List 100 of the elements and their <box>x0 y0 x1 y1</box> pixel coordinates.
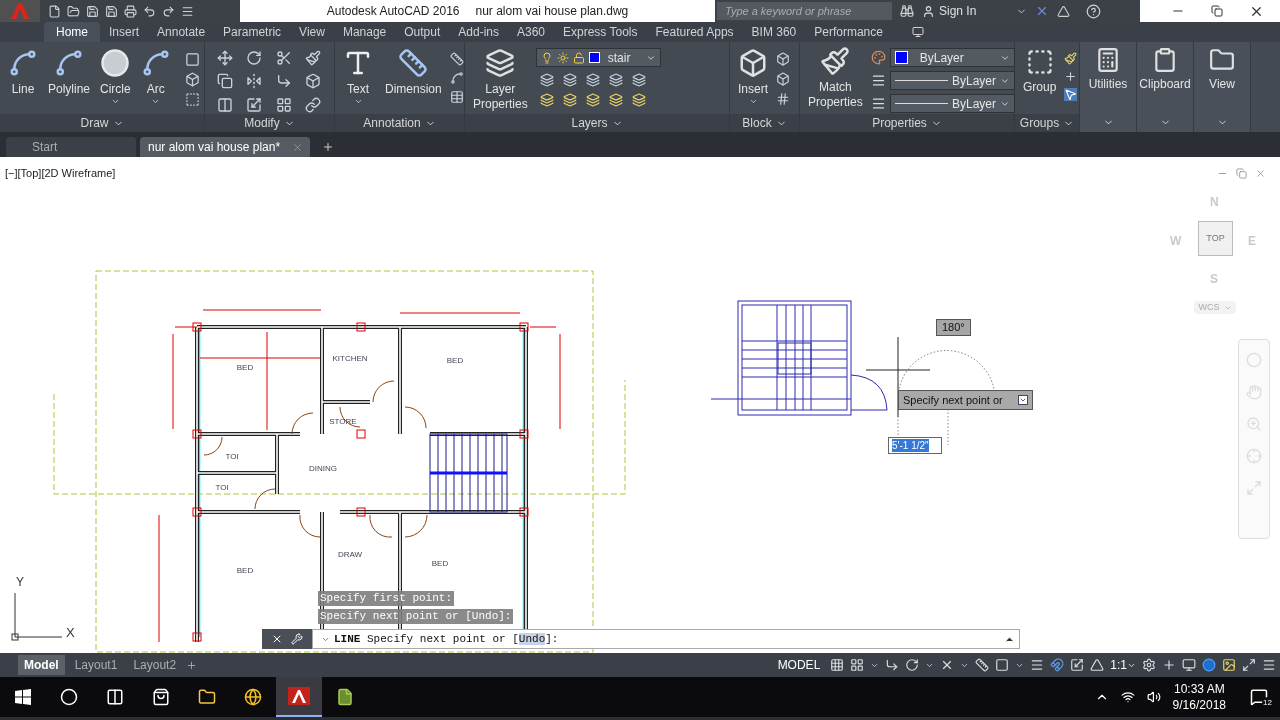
layer-tool-icon[interactable] <box>539 93 554 107</box>
fullscreen-icon[interactable] <box>1242 658 1256 672</box>
viewcube-top-face[interactable]: TOP <box>1198 221 1233 256</box>
file-explorer-icon[interactable] <box>198 688 216 706</box>
customize-menu-icon[interactable] <box>181 4 194 18</box>
save-as-icon[interactable] <box>105 4 118 18</box>
save-icon[interactable] <box>86 4 99 18</box>
close-icon[interactable] <box>271 633 283 645</box>
volume-icon[interactable] <box>1146 690 1161 704</box>
network-icon[interactable] <box>1120 690 1135 704</box>
lineweight-icon[interactable] <box>870 96 886 111</box>
sign-in-button[interactable]: Sign In <box>922 2 977 20</box>
ribbon-tab[interactable]: Home <box>44 22 100 42</box>
store-icon[interactable] <box>152 688 170 706</box>
layout-tab[interactable]: Layout2 <box>127 655 183 675</box>
new-file-icon[interactable] <box>48 4 61 18</box>
model-space-button[interactable]: MODEL <box>773 656 825 674</box>
autocad-app-icon[interactable] <box>288 687 310 705</box>
insert-block-button[interactable]: Insert <box>734 48 772 106</box>
restore-icon[interactable] <box>1211 5 1223 17</box>
ribbon-tab[interactable]: Insert <box>100 22 149 42</box>
rectangle-icon[interactable] <box>184 52 200 67</box>
ribbon-tab[interactable]: Performance <box>805 22 892 42</box>
windows-logo-icon[interactable] <box>15 689 31 705</box>
layer-tool-icon[interactable] <box>585 93 600 107</box>
table-icon[interactable] <box>449 90 464 104</box>
document-tab[interactable]: Start <box>6 137 136 157</box>
color-wheel-icon[interactable] <box>870 50 886 65</box>
browser-icon[interactable] <box>244 688 262 706</box>
linetype-icon[interactable] <box>870 73 886 88</box>
match-properties-button[interactable]: Match Properties <box>804 46 867 110</box>
panel-title-button[interactable]: Layers <box>571 114 623 132</box>
layer-tool-icon[interactable] <box>608 93 623 107</box>
layer-tool-icon[interactable] <box>631 73 646 87</box>
triangle-icon[interactable] <box>1057 4 1071 18</box>
layer-tool-icon[interactable] <box>562 93 577 107</box>
layer-dropdown[interactable]: stair <box>535 48 661 67</box>
group-edit-icon[interactable] <box>1064 52 1078 65</box>
wrench-icon[interactable] <box>291 633 303 645</box>
mirror-icon[interactable] <box>246 73 263 90</box>
help-icon[interactable] <box>1086 3 1102 19</box>
move-icon[interactable] <box>217 50 233 66</box>
open-folder-icon[interactable] <box>67 4 80 18</box>
settings-icon[interactable] <box>1142 658 1156 672</box>
draw-tool-button[interactable]: Polyline <box>44 48 95 97</box>
viewport-controls-label[interactable]: [−][Top][2D Wireframe] <box>5 165 116 182</box>
draw-tool-button[interactable]: Line <box>4 48 42 97</box>
layer-tool-icon[interactable] <box>562 73 577 87</box>
angle-tooltip: 180° <box>936 319 971 336</box>
linetype-dropdown[interactable]: ByLayer <box>889 71 1015 90</box>
binoculars-icon[interactable] <box>900 4 914 18</box>
viewport-close-icon[interactable] <box>1255 168 1266 179</box>
layer-tool-icon[interactable] <box>631 93 646 107</box>
layer-tool-icon[interactable] <box>608 73 623 87</box>
ribbon-tab[interactable]: Parametric <box>214 22 291 42</box>
command-line-field[interactable]: LINE Specify next point or [Undo]: <box>312 629 1020 649</box>
trim-icon[interactable] <box>275 50 292 66</box>
ribbon-tab[interactable]: BIM 360 <box>742 22 806 42</box>
document-tab[interactable]: nur alom vai house plan* <box>140 137 310 157</box>
copy-icon[interactable] <box>217 73 233 90</box>
redo-icon[interactable] <box>162 4 175 18</box>
new-tab-icon[interactable] <box>322 141 334 153</box>
layer-tool-icon[interactable] <box>585 73 600 87</box>
layer-properties-button[interactable]: Layer Properties <box>469 48 532 112</box>
ribbon-tab[interactable]: Featured Apps <box>646 22 743 42</box>
rotate-icon[interactable] <box>246 50 263 66</box>
search-field[interactable]: Type a keyword or phrase <box>717 2 892 20</box>
ribbon-tab[interactable]: Express Tools <box>554 22 647 42</box>
group-add-icon[interactable] <box>1064 70 1078 83</box>
ribbon-tab[interactable]: Add-ins <box>449 22 508 42</box>
task-view-icon[interactable] <box>106 688 124 706</box>
annotation-scale-button[interactable]: 1:1 <box>1110 656 1136 674</box>
layout-tab[interactable]: Layout1 <box>68 655 124 675</box>
distance-input[interactable]: 5'-1 1/2" <box>888 437 942 454</box>
snap-icon[interactable] <box>850 658 865 672</box>
print-icon[interactable] <box>124 4 137 18</box>
caret-icon <box>110 97 120 106</box>
group-button[interactable]: Group <box>1019 48 1061 95</box>
group-select-icon[interactable] <box>1064 88 1078 101</box>
ribbon-tab[interactable]: View <box>290 22 334 42</box>
lineweight-dropdown[interactable]: ByLayer <box>889 94 1015 113</box>
spreadsheet-app-icon[interactable] <box>336 688 354 706</box>
color-dropdown[interactable]: ByLayer <box>889 48 1015 67</box>
ribbon-tab[interactable]: A360 <box>508 22 554 42</box>
add-layout-icon[interactable] <box>186 659 198 671</box>
undo-icon[interactable] <box>143 4 156 18</box>
draw-tool-button[interactable]: Arc <box>136 48 175 106</box>
layout-tab[interactable]: Model <box>18 655 65 675</box>
cortana-icon[interactable] <box>60 688 78 706</box>
ribbon-tab[interactable]: Output <box>395 22 450 42</box>
grid-icon[interactable] <box>830 658 845 672</box>
lineweight-icon[interactable] <box>1030 658 1045 672</box>
draw-tool-button[interactable]: Circle <box>96 48 135 106</box>
ribbon-tab[interactable]: Annotate <box>148 22 215 42</box>
plus-icon[interactable] <box>1162 658 1176 672</box>
options-icon[interactable] <box>1018 395 1028 405</box>
ribbon-tab[interactable]: Manage <box>333 22 396 42</box>
dimension-tool-button[interactable]: Dimension <box>381 48 446 97</box>
text-tool-button[interactable]: Text <box>339 48 377 106</box>
layer-tool-icon[interactable] <box>539 73 554 87</box>
